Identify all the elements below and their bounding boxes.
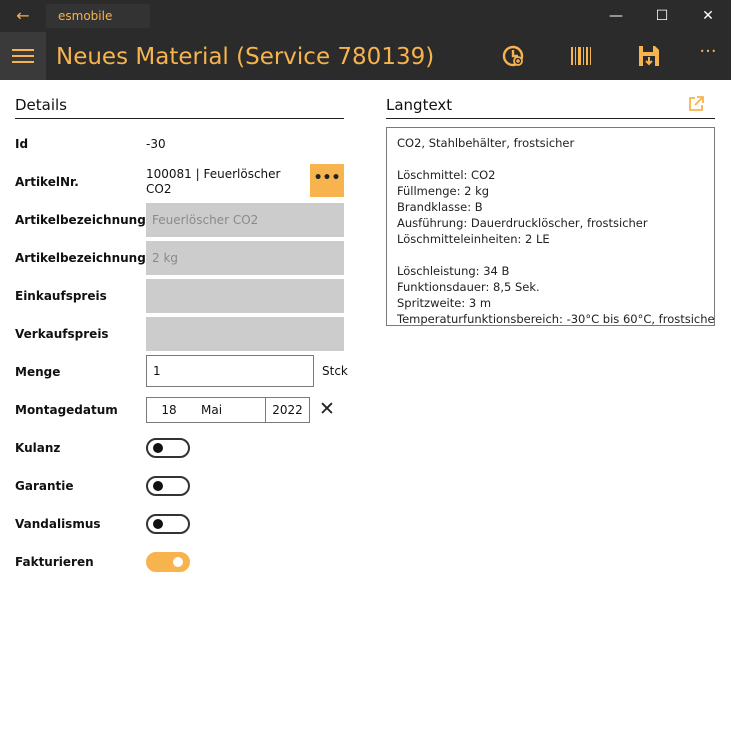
- clear-date-icon[interactable]: ✕: [316, 397, 338, 423]
- verkaufspreis-label: Verkaufspreis: [15, 327, 109, 341]
- vandalismus-label: Vandalismus: [15, 517, 101, 531]
- artikelnr-label: ArtikelNr.: [15, 175, 79, 189]
- id-label: Id: [15, 137, 29, 151]
- window-titlebar: ← esmobile — ☐ ✕: [0, 0, 731, 32]
- garantie-label: Garantie: [15, 479, 74, 493]
- menu-icon[interactable]: [0, 32, 46, 80]
- date-year[interactable]: 2022: [265, 397, 310, 423]
- back-button[interactable]: ←: [8, 4, 38, 28]
- kulanz-toggle[interactable]: [146, 438, 190, 458]
- app-name: esmobile: [46, 4, 150, 28]
- artikel-select-button[interactable]: •••: [310, 164, 344, 197]
- langtext-line: CO2, Stahlbehälter, frostsicher: [397, 136, 575, 150]
- save-icon[interactable]: [635, 42, 663, 70]
- langtext-line: Ausführung: Dauerdrucklöscher, frostsich…: [397, 216, 648, 230]
- artikelbezeichnung2-label: Artikelbezeichnung 2: [15, 251, 159, 265]
- langtext-line: Löschleistung: 34 B: [397, 264, 510, 278]
- langtext-line: Spritzweite: 3 m: [397, 296, 492, 310]
- verkaufspreis-field[interactable]: [146, 317, 344, 351]
- app-header: Neues Material (Service 780139) ···: [0, 32, 731, 80]
- artikelnr-line2: CO2: [146, 182, 172, 196]
- langtext-line: Temperaturfunktionsbereich: -30°C bis 60…: [397, 312, 715, 326]
- langtext-line: [397, 151, 704, 167]
- open-external-icon[interactable]: [686, 94, 706, 114]
- fakturieren-label: Fakturieren: [15, 555, 94, 569]
- artikelbezeichnung-field[interactable]: Feuerlöscher CO2: [146, 203, 344, 237]
- fakturieren-toggle[interactable]: [146, 552, 190, 572]
- langtext-line: Löschmittel: CO2: [397, 168, 496, 182]
- garantie-toggle[interactable]: [146, 476, 190, 496]
- id-value: -30: [146, 137, 166, 151]
- montagedatum-label: Montagedatum: [15, 403, 118, 417]
- artikelbezeichnung2-field[interactable]: 2 kg: [146, 241, 344, 275]
- einkaufspreis-field[interactable]: [146, 279, 344, 313]
- menge-unit: Stck: [322, 364, 348, 378]
- details-title: Details: [15, 96, 68, 114]
- menge-input[interactable]: 1: [146, 355, 314, 387]
- menge-label: Menge: [15, 365, 61, 379]
- history-add-icon[interactable]: [499, 42, 527, 70]
- date-day[interactable]: 18: [146, 397, 192, 423]
- langtext-line: [397, 247, 704, 263]
- date-month[interactable]: Mai: [191, 397, 266, 423]
- page-title: Neues Material (Service 780139): [56, 44, 435, 70]
- langtext-line: Löschmitteleinheiten: 2 LE: [397, 232, 550, 246]
- artikelnr-value: 100081 | Feuerlöscher CO2: [146, 167, 280, 197]
- langtext-line: Brandklasse: B: [397, 200, 483, 214]
- maximize-button[interactable]: ☐: [639, 0, 685, 32]
- close-button[interactable]: ✕: [685, 0, 731, 32]
- einkaufspreis-label: Einkaufspreis: [15, 289, 107, 303]
- artikelnr-line1: 100081 | Feuerlöscher: [146, 167, 281, 181]
- more-icon[interactable]: ···: [694, 42, 722, 70]
- langtext-line: Füllmenge: 2 kg: [397, 184, 490, 198]
- langtext-divider: [386, 118, 715, 119]
- details-divider: [15, 118, 344, 119]
- minimize-button[interactable]: —: [593, 0, 639, 32]
- kulanz-label: Kulanz: [15, 441, 61, 455]
- vandalismus-toggle[interactable]: [146, 514, 190, 534]
- langtext-title: Langtext: [386, 96, 453, 114]
- langtext-line: Funktionsdauer: 8,5 Sek.: [397, 280, 540, 294]
- artikelbezeichnung-label: Artikelbezeichnung: [15, 213, 146, 227]
- barcode-icon[interactable]: [567, 42, 595, 70]
- langtext-textarea[interactable]: CO2, Stahlbehälter, frostsicher Löschmit…: [386, 127, 715, 326]
